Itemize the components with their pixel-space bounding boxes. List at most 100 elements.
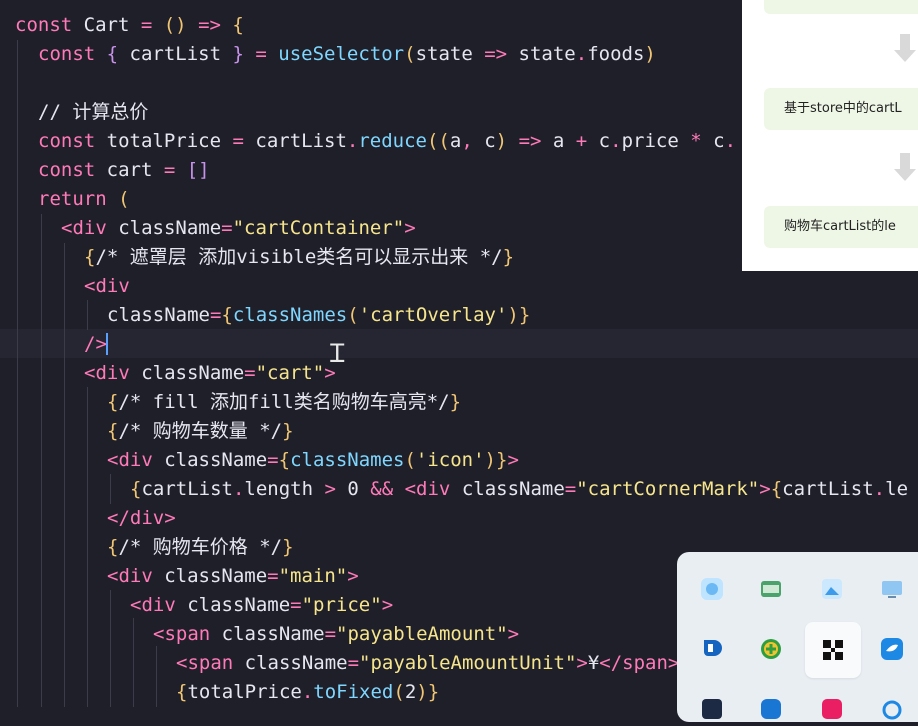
finder-icon[interactable] xyxy=(695,572,729,606)
code-token: <div xyxy=(61,217,119,239)
media-icon[interactable] xyxy=(815,692,849,726)
bug-icon[interactable] xyxy=(875,692,909,726)
code-token: className xyxy=(221,623,325,645)
indent-guide xyxy=(133,618,134,707)
code-line: {/* fill 添加fill类名购物车高亮*/} xyxy=(107,388,461,417)
code-token: <div xyxy=(404,478,462,500)
code-token: <div xyxy=(107,449,165,471)
code-token: reduce xyxy=(358,130,427,152)
code-token: = xyxy=(209,304,222,326)
code-token: = xyxy=(347,652,360,674)
code-token: useSelector xyxy=(278,43,405,65)
code-token: const xyxy=(38,159,107,181)
code-token: "cartContainer" xyxy=(232,217,405,239)
code-token: 'cartOverlay' xyxy=(358,304,508,326)
code-token: } xyxy=(282,536,294,558)
code-token: const xyxy=(15,14,84,36)
code-token: () xyxy=(163,14,187,36)
code-token: = xyxy=(140,14,164,36)
files-icon[interactable] xyxy=(754,572,788,606)
code-token: <div xyxy=(130,594,188,616)
code-token: . xyxy=(873,478,886,500)
code-token: . xyxy=(724,130,737,152)
code-token: , xyxy=(461,130,485,152)
edge-icon[interactable] xyxy=(695,632,729,666)
code-token: <div xyxy=(107,565,165,587)
code-token: )} xyxy=(416,681,440,703)
code-token: . xyxy=(346,130,359,152)
code-token: /* 购物车价格 */ xyxy=(118,536,283,558)
code-token: [] xyxy=(186,159,210,181)
code-token: = xyxy=(290,594,302,616)
code-line: const Cart = () => { xyxy=(15,11,244,40)
code-token: c xyxy=(484,130,496,152)
code-token: cartList xyxy=(782,478,874,500)
code-token: foods xyxy=(587,43,645,65)
code-token: { xyxy=(84,246,96,268)
code-token: { xyxy=(176,681,188,703)
code-token: totalPrice xyxy=(106,130,233,152)
code-line: <div xyxy=(84,272,130,301)
code-token: > xyxy=(507,623,520,645)
code-token: > xyxy=(381,594,394,616)
add-app-icon[interactable] xyxy=(754,632,788,666)
code-token: > xyxy=(324,478,348,500)
code-line: return ( xyxy=(38,185,130,214)
code-line: {/* 遮罩层 添加visible类名可以显示出来 */} xyxy=(84,243,514,272)
code-token: = xyxy=(232,130,256,152)
code-token: + xyxy=(575,130,599,152)
code-line: {totalPrice.toFixed(2)} xyxy=(176,678,439,707)
indent-guide xyxy=(110,474,111,504)
code-token: ( xyxy=(393,681,405,703)
code-line: <div className="main"> xyxy=(107,562,359,591)
code-token: cartList xyxy=(255,130,347,152)
photo-tool-icon[interactable] xyxy=(815,572,849,606)
app-icon-5[interactable] xyxy=(754,692,788,726)
code-line: className={classNames('cartOverlay')} xyxy=(107,301,530,330)
code-line: {cartList.length > 0 && <div className="… xyxy=(130,475,908,504)
code-token: className xyxy=(118,217,222,239)
code-token: = xyxy=(267,565,279,587)
code-token: = xyxy=(163,159,187,181)
taskbar-overflow-flyout xyxy=(677,552,918,722)
indent-guide xyxy=(17,40,18,707)
text-cursor xyxy=(106,333,108,355)
code-token: )} xyxy=(507,304,531,326)
code-line: <span className="payableAmountUnit">¥</s… xyxy=(176,649,679,678)
code-line: /> xyxy=(84,330,107,359)
current-line-highlight xyxy=(0,329,918,358)
code-token: return xyxy=(38,188,119,210)
app-grid-icon[interactable] xyxy=(805,622,861,678)
code-token: price xyxy=(621,130,691,152)
code-token: className xyxy=(164,565,268,587)
code-token: (( xyxy=(426,130,450,152)
code-token: toFixed xyxy=(313,681,394,703)
code-token: ( xyxy=(347,304,359,326)
code-token: "main" xyxy=(278,565,348,587)
code-token: = xyxy=(324,623,337,645)
indent-guide xyxy=(87,387,88,707)
remote-desktop-icon[interactable] xyxy=(875,572,909,606)
code-token: le xyxy=(885,478,909,500)
code-token: "price" xyxy=(301,594,382,616)
code-token: "cart" xyxy=(255,362,325,384)
code-token: totalPrice xyxy=(187,681,302,703)
code-line: <div className="cart"> xyxy=(84,359,336,388)
code-token: } xyxy=(502,246,515,268)
app-icon-4[interactable] xyxy=(695,692,729,726)
code-line: const cart = [] xyxy=(38,156,210,185)
code-token: className xyxy=(461,478,565,500)
code-token: > xyxy=(507,449,519,471)
code-token: { xyxy=(106,43,130,65)
code-line: </div> xyxy=(107,504,176,533)
code-token: 'icon' xyxy=(415,449,485,471)
code-line: <div className="price"> xyxy=(130,591,393,620)
code-token: { xyxy=(221,304,233,326)
code-token: ¥ xyxy=(587,652,600,674)
code-token: => xyxy=(484,43,519,65)
code-token: <div xyxy=(84,362,142,384)
code-line: <div className={classNames('icon')}> xyxy=(107,446,519,475)
code-token: . xyxy=(301,681,314,703)
code-token: { xyxy=(278,449,291,471)
feishu-icon[interactable] xyxy=(875,632,909,666)
